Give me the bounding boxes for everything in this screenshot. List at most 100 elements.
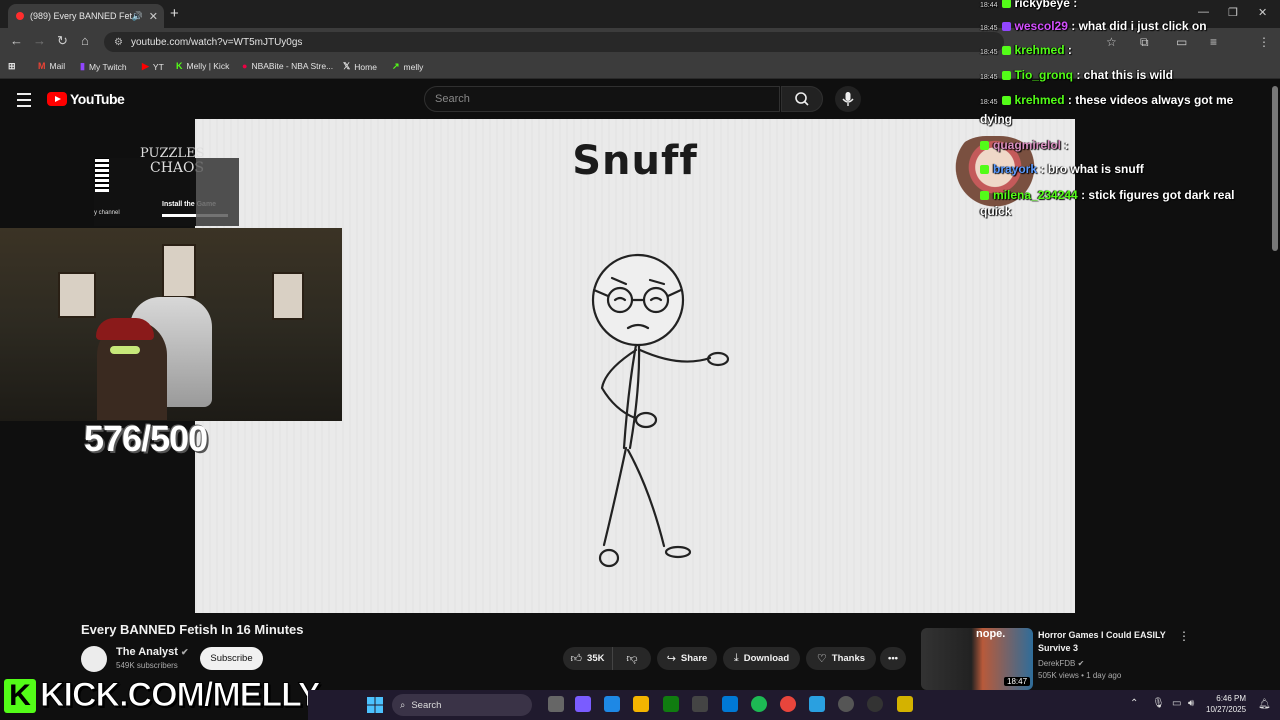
xbox-icon[interactable] xyxy=(663,696,679,712)
chat-username[interactable]: milena_234244 xyxy=(993,188,1078,202)
bookmark-home[interactable]: 𝕏 Home xyxy=(343,61,377,72)
more-actions-button[interactable]: ••• xyxy=(880,647,906,670)
search-button[interactable] xyxy=(781,86,823,112)
spotify-icon[interactable] xyxy=(751,696,767,712)
back-icon[interactable]: ← xyxy=(10,33,23,48)
chat-badge-icon xyxy=(1001,71,1011,81)
streamer-glasses xyxy=(110,346,140,354)
extensions-icon[interactable]: ⧉ xyxy=(1140,35,1149,50)
streamlabs-icon[interactable] xyxy=(867,696,883,712)
bookmark-nbabite[interactable]: ● NBABite - NBA Stre... xyxy=(242,61,333,71)
verified-icon: ✔ xyxy=(1077,659,1085,668)
forward-icon[interactable]: → xyxy=(33,33,46,48)
tab-audio-icon[interactable]: 🔊 xyxy=(132,11,143,22)
copilot-icon[interactable] xyxy=(575,696,591,712)
youtube-logo-icon[interactable] xyxy=(47,92,67,106)
stick-figure-drawing xyxy=(591,253,730,568)
chat-username[interactable]: rickybeye xyxy=(1015,0,1070,10)
recommended-more-icon[interactable]: ⋮ xyxy=(1178,629,1190,643)
bookmark-yt[interactable]: ▶ YT xyxy=(142,61,164,72)
chat-message: brayork : bro what is snuff xyxy=(980,162,1144,176)
cast-icon[interactable]: ▭ xyxy=(1176,35,1187,49)
taskbar-clock[interactable]: 6:46 PM 10/27/2025 xyxy=(1206,693,1246,715)
bookmark-star-icon[interactable]: ☆ xyxy=(1106,35,1117,49)
like-button[interactable]: 👍︎ 35K xyxy=(563,647,613,670)
chat-separator: : xyxy=(1037,162,1048,176)
recommended-channel[interactable]: DerekFDB ✔ xyxy=(1038,659,1084,668)
store-icon[interactable] xyxy=(722,696,738,712)
maximize-icon[interactable]: ❐ xyxy=(1228,6,1238,19)
chat-separator: : xyxy=(1064,43,1072,57)
chat-username[interactable]: brayork xyxy=(993,162,1037,176)
chat-separator: : xyxy=(1064,93,1076,107)
tab-close-icon[interactable]: ✕ xyxy=(149,10,158,23)
volume-icon[interactable]: 🔊︎ xyxy=(1188,698,1194,709)
thanks-icon: ♡ xyxy=(816,653,827,665)
taskbar-search[interactable]: ⌕ Search xyxy=(392,694,532,716)
windows-start-icon[interactable] xyxy=(366,696,384,714)
wall-frame-2 xyxy=(162,244,196,298)
chat-badge-icon xyxy=(980,165,989,175)
chat-timestamp: 18:45 xyxy=(980,25,998,32)
chat-username[interactable]: quagmirelol xyxy=(993,138,1061,152)
chat-separator: : xyxy=(1061,138,1069,152)
qr-code-icon xyxy=(95,158,109,192)
chat-text: bro what is snuff xyxy=(1047,162,1144,176)
chat-username[interactable]: krehmed xyxy=(1015,43,1065,57)
subscribe-button[interactable]: Subscribe xyxy=(200,647,263,670)
page-scrollbar[interactable] xyxy=(1272,86,1278,251)
close-window-icon[interactable]: ✕ xyxy=(1258,6,1267,19)
photos-icon[interactable] xyxy=(809,696,825,712)
bookmark-melly[interactable]: ↗ melly xyxy=(392,61,423,72)
app-icon[interactable] xyxy=(897,696,913,712)
browser-menu-icon[interactable]: ⋮ xyxy=(1258,35,1270,49)
reload-icon[interactable]: ↻ xyxy=(57,33,68,49)
kick-url-banner: KICK.COM/MELLY xyxy=(39,676,320,715)
search-input[interactable]: Search xyxy=(424,86,780,112)
mic-tray-icon[interactable]: 🎙︎ xyxy=(1152,698,1165,709)
task-view-icon[interactable] xyxy=(548,696,564,712)
chat-username[interactable]: wescol29 xyxy=(1015,19,1068,33)
bookmark-mail[interactable]: M Mail xyxy=(38,61,65,71)
notifications-icon[interactable]: 🔔︎ xyxy=(1258,699,1271,710)
dislike-button[interactable]: 👎︎ xyxy=(613,647,651,670)
chat-badge-icon xyxy=(980,191,989,201)
home-icon[interactable]: ⌂ xyxy=(81,33,89,48)
recommended-title[interactable]: Horror Games I Could EASILY Survive 3 xyxy=(1038,629,1173,655)
chat-username[interactable]: krehmed xyxy=(1015,93,1065,107)
edge-icon[interactable] xyxy=(604,696,620,712)
bookmark-my-twitch[interactable]: ▮ My Twitch xyxy=(80,61,127,72)
chat-text: chat this is wild xyxy=(1083,68,1174,82)
chat-text: what did i just click on xyxy=(1078,19,1207,33)
more-icon: ••• xyxy=(888,653,898,664)
chat-username[interactable]: Tio_gronq xyxy=(1015,68,1073,82)
github-icon[interactable] xyxy=(692,696,708,712)
share-button[interactable]: ↪ Share xyxy=(657,647,717,670)
youtube-wordmark[interactable]: YouTube xyxy=(70,91,125,107)
menu-icon[interactable] xyxy=(17,93,31,107)
chat-badge-icon xyxy=(980,141,989,151)
chrome-icon[interactable] xyxy=(780,696,796,712)
apps-icon[interactable]: ⊞ xyxy=(8,61,20,72)
channel-avatar[interactable] xyxy=(81,646,107,672)
address-bar[interactable]: ⚙ youtube.com/watch?v=WT5mJTUy0gs xyxy=(104,32,1004,52)
reading-list-icon[interactable]: ≡ xyxy=(1210,35,1217,49)
voice-search-button[interactable] xyxy=(835,86,861,112)
new-tab-icon[interactable]: + xyxy=(170,5,179,22)
file-explorer-icon[interactable] xyxy=(633,696,649,712)
thanks-button[interactable]: ♡ Thanks xyxy=(806,647,876,670)
bookmark-melly-kick[interactable]: K Melly | Kick xyxy=(176,61,229,71)
minimize-icon[interactable]: — xyxy=(1198,6,1209,18)
chat-timestamp: 18:45 xyxy=(980,49,998,56)
tray-chevron-icon[interactable]: ⌃ xyxy=(1130,698,1138,709)
media-player-icon[interactable] xyxy=(838,696,854,712)
channel-name[interactable]: The Analyst ✔ xyxy=(116,646,189,658)
chat-timestamp: 18:45 xyxy=(980,74,998,81)
chat-separator: : xyxy=(1077,188,1089,202)
download-button[interactable]: ⤓ Download xyxy=(723,647,800,670)
chat-separator: : xyxy=(1069,0,1078,10)
download-icon: ⤓ xyxy=(733,652,739,664)
site-info-icon[interactable]: ⚙ xyxy=(114,37,123,48)
network-icon[interactable]: ▭ xyxy=(1172,698,1181,709)
browser-tab[interactable]: (989) Every BANNED Fetish 🔊 ✕ xyxy=(8,4,164,28)
